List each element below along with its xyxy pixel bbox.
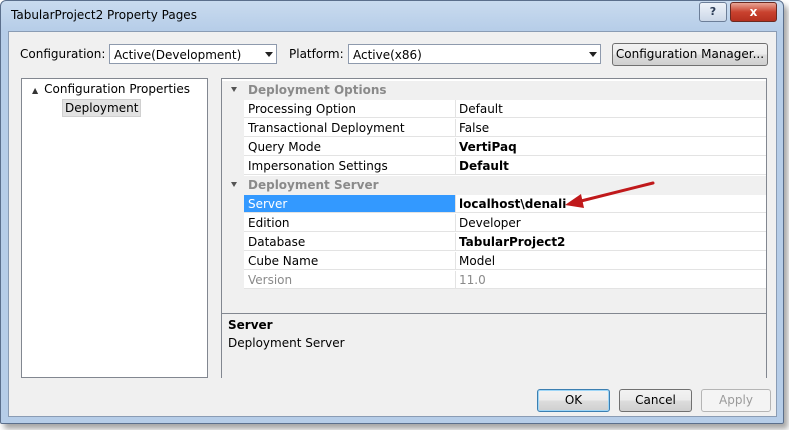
property-name: Version (244, 271, 456, 289)
property-name: Edition (244, 214, 456, 232)
dialog-client-area: Configuration: Active(Development) Platf… (8, 31, 777, 417)
configuration-manager-button[interactable]: Configuration Manager... (612, 43, 768, 66)
property-pages-window: TabularProject2 Property Pages ? x Confi… (0, 0, 784, 424)
property-name: Impersonation Settings (244, 157, 456, 175)
property-row-query-mode[interactable]: Query Mode VertiPaq (222, 138, 766, 157)
property-name: Transactional Deployment (244, 119, 456, 137)
property-row-version[interactable]: Version 11.0 (222, 271, 766, 290)
property-value[interactable]: Default (456, 157, 766, 175)
configuration-label: Configuration: (20, 47, 106, 61)
tree-item-label: Configuration Properties (44, 82, 190, 96)
close-button[interactable]: x (730, 2, 777, 22)
property-grid: Deployment Options Processing Option Def… (221, 78, 767, 378)
collapse-triangle-icon[interactable]: ▲ (32, 86, 38, 95)
collapse-triangle-icon[interactable] (231, 87, 237, 92)
property-row-cube-name[interactable]: Cube Name Model (222, 252, 766, 271)
platform-label: Platform: (289, 47, 344, 61)
tree-item-deployment[interactable]: Deployment (62, 99, 142, 117)
property-value[interactable]: Developer (456, 214, 766, 232)
description-title: Server (228, 318, 273, 332)
category-label: Deployment Server (248, 178, 379, 192)
property-row-impersonation-settings[interactable]: Impersonation Settings Default (222, 157, 766, 176)
property-tree: ▲ Configuration Properties Deployment (21, 78, 208, 378)
category-deployment-server[interactable]: Deployment Server (222, 176, 766, 195)
cancel-button[interactable]: Cancel (619, 389, 692, 412)
chevron-down-icon (265, 52, 273, 57)
annotation-arrow-icon (565, 181, 655, 208)
property-name: Server (244, 195, 456, 213)
property-value[interactable]: False (456, 119, 766, 137)
property-name: Cube Name (244, 252, 456, 270)
collapse-triangle-icon[interactable] (231, 182, 237, 187)
property-row-database[interactable]: Database TabularProject2 (222, 233, 766, 252)
description-pane: Server Deployment Server (222, 313, 766, 378)
tree-item-configuration-properties[interactable]: ▲ Configuration Properties (32, 81, 190, 97)
configuration-value: Active(Development) (114, 48, 242, 62)
platform-value: Active(x86) (353, 48, 422, 62)
property-row-server[interactable]: Server localhost\denali (222, 195, 766, 214)
title-bar: TabularProject2 Property Pages ? x (1, 1, 783, 31)
property-name: Processing Option (244, 100, 456, 118)
property-value[interactable]: Model (456, 252, 766, 270)
platform-dropdown[interactable]: Active(x86) (348, 44, 601, 64)
property-value[interactable]: VertiPaq (456, 138, 766, 156)
property-value[interactable]: TabularProject2 (456, 233, 766, 251)
grid-splitter[interactable] (222, 289, 766, 313)
property-name: Database (244, 233, 456, 251)
configuration-dropdown[interactable]: Active(Development) (109, 44, 277, 64)
help-button[interactable]: ? (699, 2, 727, 22)
window-title: TabularProject2 Property Pages (11, 8, 197, 22)
category-label: Deployment Options (248, 83, 387, 97)
category-deployment-options[interactable]: Deployment Options (222, 81, 766, 100)
ok-button[interactable]: OK (537, 389, 610, 412)
property-row-transactional-deployment[interactable]: Transactional Deployment False (222, 119, 766, 138)
property-row-processing-option[interactable]: Processing Option Default (222, 100, 766, 119)
chevron-down-icon (589, 52, 597, 57)
apply-button: Apply (701, 389, 771, 412)
property-value[interactable]: Default (456, 100, 766, 118)
property-name: Query Mode (244, 138, 456, 156)
property-grid-body: Deployment Options Processing Option Def… (222, 79, 766, 290)
property-value: 11.0 (456, 271, 766, 289)
description-text: Deployment Server (228, 336, 345, 350)
property-row-edition[interactable]: Edition Developer (222, 214, 766, 233)
